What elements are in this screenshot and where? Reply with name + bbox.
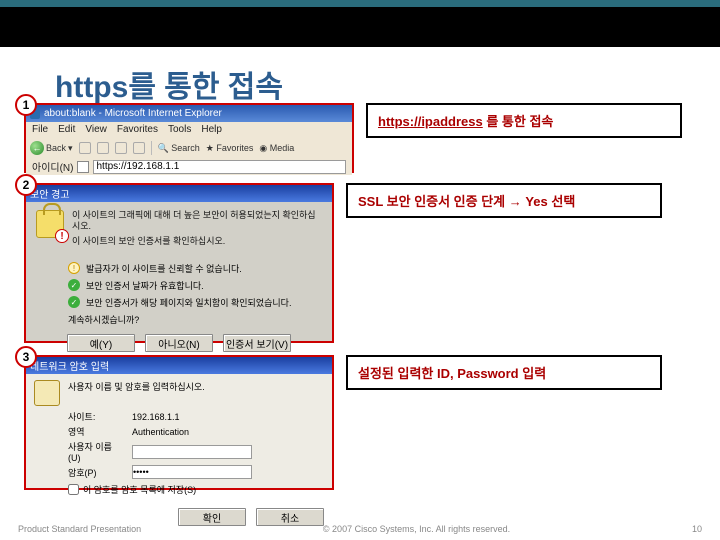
address-input[interactable]: [93, 160, 346, 174]
alert-body: ! 이 사이트의 그래픽에 대해 더 높은 보안이 허용되었는지 확인하십시오.…: [26, 202, 332, 258]
media-button[interactable]: ◉ Media: [259, 143, 294, 154]
menu-view[interactable]: View: [85, 124, 107, 136]
step-3-row: 3 네트워크 암호 입력 사용자 이름 및 암호를 입력하십시오. 사이트:19…: [24, 355, 696, 490]
back-arrow-icon: ←: [30, 141, 44, 155]
alert-msg-2: 이 사이트의 보안 인증서를 확인하십시오.: [72, 236, 322, 247]
footer: Product Standard Presentation © 2007 Cis…: [18, 524, 702, 534]
search-button[interactable]: 🔍 Search: [158, 143, 200, 154]
ie-menubar: File Edit View Favorites Tools Help: [26, 122, 352, 138]
slide-title: https를 통한 접속: [55, 62, 283, 106]
key-shield-icon: [34, 380, 60, 406]
footer-mid: © 2007 Cisco Systems, Inc. All rights re…: [323, 524, 510, 534]
alert-message: 이 사이트의 그래픽에 대해 더 높은 보안이 허용되었는지 확인하십시오. 이…: [72, 210, 322, 250]
step-1-desc-link: https://ipaddress: [378, 114, 483, 129]
favorites-button[interactable]: ★ Favorites: [206, 143, 254, 154]
page-icon: [77, 161, 89, 173]
check-icon: ✓: [68, 296, 80, 308]
brand-stripe: [0, 0, 720, 7]
back-button[interactable]: ←Back▾: [30, 141, 73, 155]
home-icon[interactable]: [133, 142, 145, 154]
remember-label: 이 암호를 암호 목록에 저장(S): [83, 483, 196, 496]
view-cert-button[interactable]: 인증서 보기(V): [223, 334, 291, 352]
step-1-desc-rest: 를 통한 접속: [483, 114, 554, 129]
username-label: 사용자 이름(U): [68, 440, 124, 463]
cert-line-2: 보안 인증서 날짜가 유효합니다.: [86, 279, 204, 292]
check-icon: ✓: [68, 279, 80, 291]
step-badge-1: 1: [15, 94, 37, 116]
yes-button[interactable]: 예(Y): [67, 334, 135, 352]
warn-icon: !: [68, 262, 80, 274]
menu-favorites[interactable]: Favorites: [117, 124, 158, 136]
cert-line-3: 보안 인증서가 해당 페이지와 일치함이 확인되었습니다.: [86, 296, 291, 309]
step-2-description: SSL 보안 인증서 인증 단계 → Yes 선택: [346, 183, 662, 218]
password-label: 암호(P): [68, 466, 124, 479]
step-1-screenshot: 1 about:blank - Microsoft Internet Explo…: [24, 103, 354, 173]
step-2-row: 2 보안 경고 ! 이 사이트의 그래픽에 대해 더 높은 보안이 허용되었는지…: [24, 183, 696, 343]
auth-prompt: 사용자 이름 및 암호를 입력하십시오.: [68, 380, 205, 393]
alert-cert-list: ! 발급자가 이 사이트를 신뢰할 수 없습니다. ✓ 보안 인증서 날짜가 유효합…: [26, 258, 332, 330]
realm-value: Authentication: [132, 427, 189, 437]
address-label: 아이디(N): [32, 159, 73, 174]
ie-title-text: about:blank - Microsoft Internet Explore…: [44, 108, 222, 119]
realm-label: 영역: [68, 425, 124, 438]
address-bar: 아이디(N): [26, 158, 352, 175]
remember-checkbox[interactable]: [68, 484, 79, 495]
lock-warning-icon: !: [36, 210, 64, 238]
menu-tools[interactable]: Tools: [168, 124, 191, 136]
site-value: 192.168.1.1: [132, 412, 180, 422]
step-badge-3: 3: [15, 346, 37, 368]
page-number: 10: [692, 524, 702, 534]
stop-icon[interactable]: [97, 142, 109, 154]
auth-body: 사용자 이름 및 암호를 입력하십시오. 사이트: 192.168.1.1 영역 A…: [26, 374, 332, 506]
ie-toolbar: ←Back▾ 🔍 Search ★ Favorites ◉ Media: [26, 138, 352, 158]
step-2-screenshot: 2 보안 경고 ! 이 사이트의 그래픽에 대해 더 높은 보안이 허용되었는지…: [24, 183, 334, 343]
step-3-description: 설정된 입력한 ID, Password 입력: [346, 355, 662, 390]
divider: [151, 141, 152, 155]
step-badge-2: 2: [15, 174, 37, 196]
back-label: Back: [46, 143, 66, 153]
footer-left: Product Standard Presentation: [18, 524, 141, 534]
site-label: 사이트:: [68, 410, 124, 423]
auth-titlebar: 네트워크 암호 입력: [26, 357, 332, 374]
alert-titlebar: 보안 경고: [26, 185, 332, 202]
alert-button-row: 예(Y) 아니오(N) 인증서 보기(V): [26, 330, 332, 356]
alert-msg-1: 이 사이트의 그래픽에 대해 더 높은 보안이 허용되었는지 확인하십시오.: [72, 210, 322, 232]
alert-question: 계속하시겠습니까?: [68, 313, 322, 326]
auth-title: 네트워크 암호 입력: [30, 358, 109, 373]
no-button[interactable]: 아니오(N): [145, 334, 213, 352]
step-1-row: 1 about:blank - Microsoft Internet Explo…: [24, 103, 696, 173]
slide: https를 통한 접속 1 about:blank - Microsoft I…: [0, 0, 720, 540]
chevron-down-icon: ▾: [68, 143, 73, 154]
menu-file[interactable]: File: [32, 124, 48, 136]
menu-help[interactable]: Help: [201, 124, 222, 136]
refresh-icon[interactable]: [115, 142, 127, 154]
username-input[interactable]: [132, 445, 252, 459]
cert-line-1: 발급자가 이 사이트를 신뢰할 수 없습니다.: [86, 262, 242, 275]
forward-button[interactable]: [79, 142, 91, 154]
header-band: [0, 7, 720, 47]
step-3-screenshot: 3 네트워크 암호 입력 사용자 이름 및 암호를 입력하십시오. 사이트:19…: [24, 355, 334, 490]
password-input[interactable]: [132, 465, 252, 479]
step-1-description: https://ipaddress 를 통한 접속: [366, 103, 682, 138]
menu-edit[interactable]: Edit: [58, 124, 75, 136]
ie-titlebar: about:blank - Microsoft Internet Explore…: [26, 105, 352, 122]
